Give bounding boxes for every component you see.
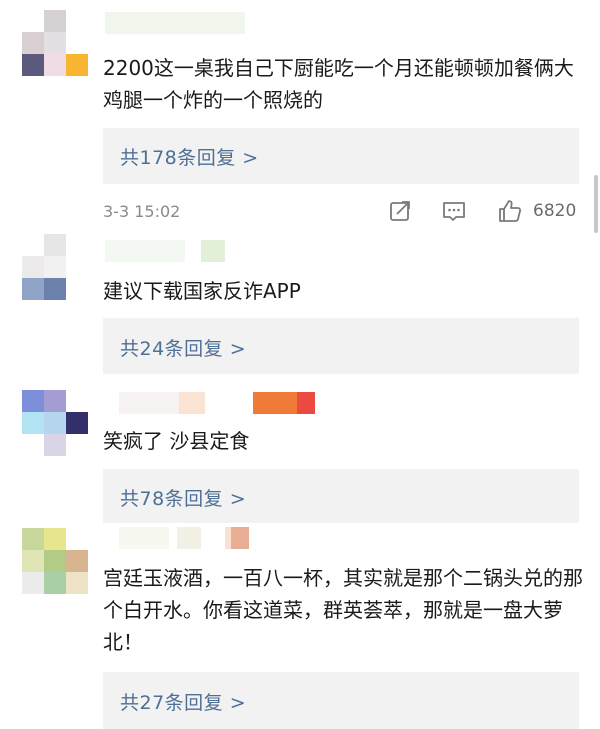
avatar[interactable] <box>22 234 88 300</box>
comment-text: 宫廷玉液酒，一百八一杯，其实就是那个二锅头兑的那个白开水。你看这道菜，群英荟萃，… <box>103 566 583 654</box>
avatar[interactable] <box>22 528 88 594</box>
comment-text: 建议下载国家反诈APP <box>103 279 301 303</box>
comment-icon[interactable] <box>441 198 467 224</box>
reply-count-link[interactable]: 共27条回复 > <box>120 688 246 715</box>
reply-count-link[interactable]: 共78条回复 > <box>120 484 246 511</box>
timestamp: 3-3 15:02 <box>103 202 181 221</box>
like-count: 6820 <box>533 201 577 221</box>
comment-meta: 3-3 15:02 6820 <box>103 198 579 228</box>
avatar[interactable] <box>22 390 88 456</box>
reply-count-link[interactable]: 共178条回复 > <box>120 143 259 170</box>
scrollbar[interactable] <box>594 175 598 233</box>
reply-count-link[interactable]: 共24条回复 > <box>120 334 246 361</box>
avatar[interactable] <box>22 10 88 76</box>
like-icon[interactable] <box>497 198 523 224</box>
reply-summary[interactable]: 共27条回复 > <box>103 672 579 729</box>
comment-text: 笑疯了 沙县定食 <box>103 429 250 453</box>
comment-text: 2200这一桌我自己下厨能吃一个月还能顿顿加餐俩大鸡腿一个炸的一个照烧的 <box>103 56 574 112</box>
share-icon[interactable] <box>387 198 413 224</box>
reply-summary[interactable]: 共178条回复 > <box>103 128 579 184</box>
reply-summary[interactable]: 共24条回复 > <box>103 318 579 374</box>
reply-summary[interactable]: 共78条回复 > <box>103 469 579 523</box>
